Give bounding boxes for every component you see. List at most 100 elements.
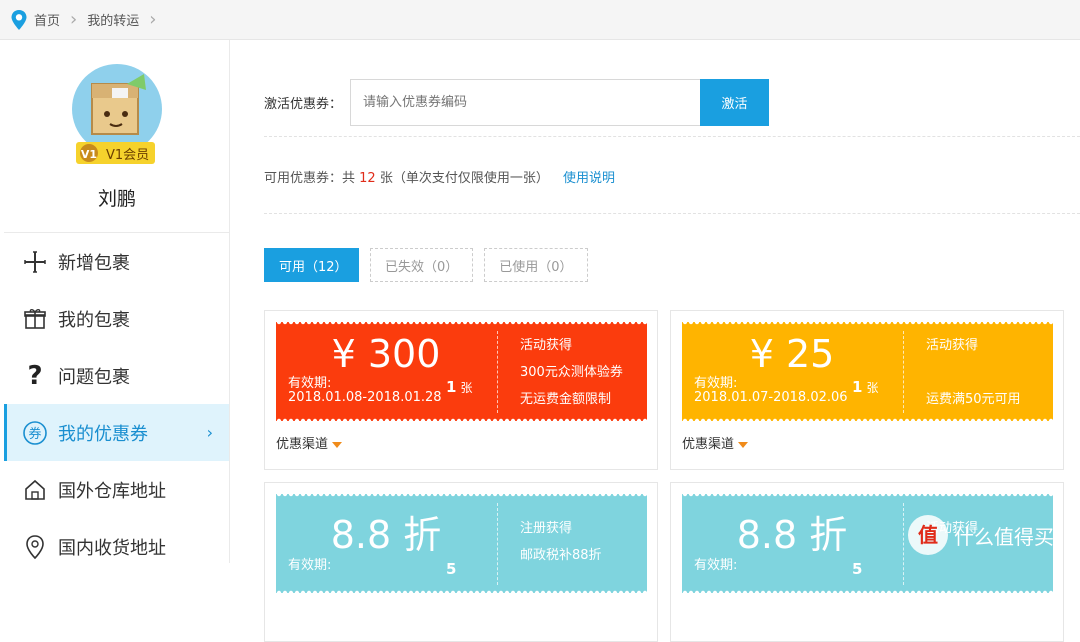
coupon-card[interactable]: ¥ 300 有效期: 2018.01.08-2018.01.28 1张 活动获得…	[264, 310, 658, 470]
coupon-count: 12	[359, 171, 376, 186]
coupon-source: 注册获得	[520, 521, 573, 536]
valid-label: 有效期:	[694, 376, 738, 391]
valid-label: 有效期:	[288, 558, 332, 573]
coupon-condition: 无运费金额限制	[520, 392, 612, 407]
watermark-text: 什么值得买	[954, 524, 1054, 549]
caret-down-icon	[332, 441, 343, 448]
breadcrumb-current[interactable]: 我的转运	[87, 10, 139, 29]
sidebar-item-label: 新增包裹	[58, 252, 130, 274]
box-character-icon	[91, 74, 146, 135]
coupon-card[interactable]: 8.8 折 有效期: 5 活动获得	[670, 482, 1064, 642]
chevron-right-icon: ›	[149, 8, 157, 30]
sidebar: V1 V1会员 刘鹏 新增包裹 我的包裹 ? 问题包裹 券 我的优惠券 › 国外…	[4, 40, 230, 563]
coupon-code-input[interactable]	[350, 78, 700, 126]
vip-badge: V1 V1会员	[76, 142, 156, 164]
breadcrumb-home[interactable]: 首页	[34, 10, 60, 29]
username: 刘鹏	[97, 188, 136, 210]
tab-used[interactable]: 已使用（0）	[484, 248, 588, 282]
sidebar-item-label: 我的包裹	[58, 309, 130, 331]
chevron-right-icon: ›	[70, 8, 78, 30]
quantity-unit: 张	[866, 381, 879, 395]
activate-button[interactable]: 激活	[700, 78, 769, 126]
perforated-edge	[682, 322, 1053, 325]
profile-card: V1 V1会员 刘鹏	[4, 40, 229, 233]
coupon-amount: ¥ 300	[331, 332, 441, 376]
sidebar-item-problem-packages[interactable]: ? 问题包裹	[4, 347, 229, 404]
coupon-condition: 运费满50元可用	[926, 392, 1021, 407]
perforated-edge	[682, 494, 1053, 497]
coupon-card[interactable]: ¥ 25 有效期: 2018.01.07-2018.02.06 1张 活动获得 …	[670, 310, 1064, 470]
divider	[264, 213, 1080, 214]
coupon-ticket: 8.8 折 有效期: 5 注册获得 邮政税补88折	[276, 494, 647, 593]
vip-level-icon: V1	[78, 142, 100, 164]
ticket-divider	[903, 503, 904, 585]
location-pin-icon	[22, 534, 48, 560]
valid-label: 有效期:	[288, 376, 332, 391]
sidebar-item-overseas-warehouse[interactable]: 国外仓库地址	[4, 461, 229, 518]
sidebar-item-label: 国内收货地址	[58, 537, 166, 559]
ticket-divider	[903, 331, 904, 413]
avatar[interactable]	[72, 64, 162, 154]
coupon-channel-toggle[interactable]: 优惠渠道	[276, 433, 343, 452]
perforated-edge	[276, 418, 647, 421]
divider	[264, 136, 1080, 137]
perforated-edge	[682, 590, 1053, 593]
coupon-channel-toggle[interactable]: 优惠渠道	[682, 433, 749, 452]
house-icon	[22, 477, 48, 503]
quantity-number: 1	[446, 378, 457, 396]
sidebar-item-label: 国外仓库地址	[58, 480, 166, 502]
coupon-source: 活动获得	[926, 338, 979, 353]
watermark-logo-icon: 值	[908, 515, 948, 555]
activate-coupon-row: 激活优惠券： 激活	[264, 78, 769, 126]
site-watermark: 值 什么值得买	[908, 515, 1054, 555]
sidebar-item-label: 问题包裹	[58, 366, 130, 388]
tab-available[interactable]: 可用（12）	[264, 248, 359, 282]
activate-label: 激活优惠券：	[264, 96, 343, 112]
perforated-edge	[276, 494, 647, 497]
coupon-ticket: ¥ 25 有效期: 2018.01.07-2018.02.06 1张 活动获得 …	[682, 322, 1053, 421]
valid-date-range: 2018.01.08-2018.01.28	[288, 390, 442, 405]
coupon-amount: ¥ 25	[749, 332, 835, 376]
coupon-tabs: 可用（12） 已失效（0） 已使用（0）	[264, 248, 599, 282]
channel-label: 优惠渠道	[276, 437, 329, 452]
gift-box-icon	[22, 306, 48, 332]
summary-suffix: 张（单次支付仅限使用一张）	[379, 171, 549, 186]
coupon-description: 300元众测体验券	[520, 365, 623, 380]
location-pin-icon	[11, 9, 27, 30]
quantity-unit: 张	[460, 381, 473, 395]
channel-label: 优惠渠道	[682, 437, 735, 452]
summary-prefix: 可用优惠券：共	[264, 171, 356, 186]
sidebar-item-label: 我的优惠券	[58, 423, 148, 445]
caret-down-icon	[738, 441, 749, 448]
breadcrumb: 首页 › 我的转运 ›	[0, 0, 1080, 40]
sidebar-item-domestic-address[interactable]: 国内收货地址	[4, 518, 229, 575]
coupon-amount: 8.8 折	[736, 513, 848, 557]
coupon-ticket: ¥ 300 有效期: 2018.01.08-2018.01.28 1张 活动获得…	[276, 322, 647, 421]
coupon-amount: 8.8 折	[330, 513, 442, 557]
quantity-number: 1	[852, 378, 863, 396]
coupon-summary: 可用优惠券：共 12 张（单次支付仅限使用一张） 使用说明	[264, 167, 615, 186]
perforated-edge	[276, 590, 647, 593]
coupon-quantity: 1张	[852, 378, 878, 396]
ticket-divider	[497, 503, 498, 585]
vip-label: V1会员	[106, 147, 150, 163]
coupon-source: 活动获得	[520, 338, 573, 353]
sidebar-item-my-packages[interactable]: 我的包裹	[4, 290, 229, 347]
tab-expired[interactable]: 已失效（0）	[370, 248, 474, 282]
chevron-right-icon: ›	[206, 423, 213, 442]
coupon-description: 邮政税补88折	[520, 548, 602, 563]
perforated-edge	[276, 322, 647, 325]
ticket-divider	[497, 331, 498, 413]
question-icon: ?	[27, 360, 43, 391]
valid-label: 有效期:	[694, 558, 738, 573]
coupon-card[interactable]: 8.8 折 有效期: 5 注册获得 邮政税补88折	[264, 482, 658, 642]
usage-help-link[interactable]: 使用说明	[563, 171, 615, 186]
coupon-icon: 券	[22, 420, 48, 446]
svg-text:券: 券	[28, 426, 41, 442]
sidebar-item-my-coupons[interactable]: 券 我的优惠券 ›	[4, 404, 229, 461]
plus-icon	[22, 249, 48, 275]
sidebar-item-new-package[interactable]: 新增包裹	[4, 233, 229, 290]
perforated-edge	[682, 418, 1053, 421]
coupon-quantity: 1张	[446, 378, 472, 396]
valid-date-range: 2018.01.07-2018.02.06	[694, 390, 848, 405]
